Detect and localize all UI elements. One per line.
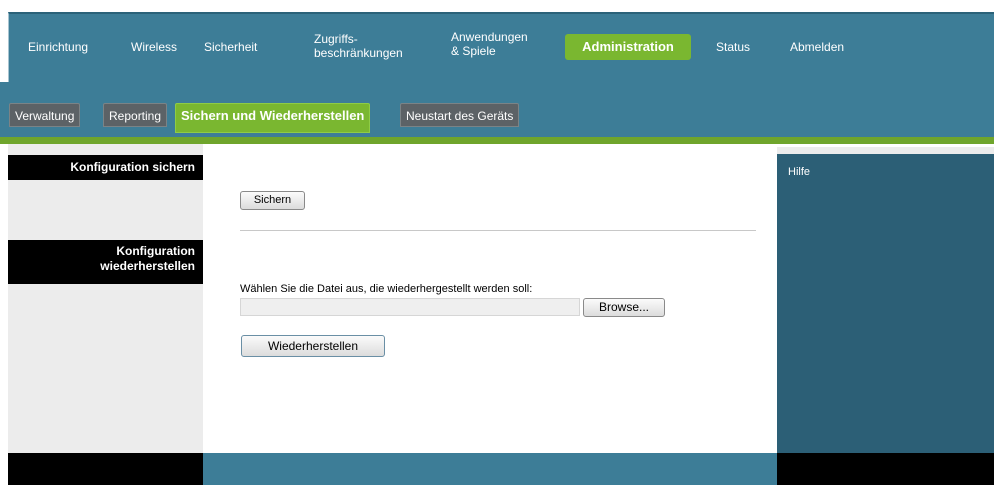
- footer-center: [203, 453, 777, 485]
- nav-status[interactable]: Status: [716, 40, 750, 54]
- nav-anwendungen-spiele[interactable]: Anwendungen & Spiele: [451, 30, 528, 58]
- nav-einrichtung[interactable]: Einrichtung: [28, 40, 88, 54]
- tab-reporting[interactable]: Reporting: [103, 103, 168, 127]
- browse-button[interactable]: Browse...: [583, 298, 665, 317]
- section-title-backup: Konfiguration sichern: [8, 155, 203, 180]
- help-panel: [777, 154, 994, 453]
- help-panel-top: [777, 147, 994, 154]
- nav-abmelden[interactable]: Abmelden: [790, 40, 844, 54]
- nav-administration[interactable]: Administration: [565, 34, 691, 60]
- divider: [240, 230, 756, 231]
- subtab-underline: [0, 137, 994, 144]
- tab-verwaltung[interactable]: Verwaltung: [9, 103, 81, 127]
- file-select-label: Wählen Sie die Datei aus, die wiederherg…: [240, 283, 533, 295]
- footer-right: [777, 453, 994, 485]
- help-label[interactable]: Hilfe: [788, 166, 810, 178]
- restore-button[interactable]: Wiederherstellen: [241, 335, 385, 357]
- tab-sichern-wiederherstellen[interactable]: Sichern und Wiederherstellen: [175, 103, 371, 133]
- nav-wireless[interactable]: Wireless: [131, 40, 177, 54]
- file-path-field[interactable]: [240, 298, 580, 316]
- footer-left: [8, 453, 203, 485]
- section-title-restore: Konfiguration wiederherstellen: [8, 240, 203, 284]
- tab-neustart[interactable]: Neustart des Geräts: [400, 103, 520, 127]
- nav-sicherheit[interactable]: Sicherheit: [204, 40, 257, 54]
- nav-zugriffsbeschraenkungen[interactable]: Zugriffs- beschränkungen: [314, 32, 403, 60]
- backup-button[interactable]: Sichern: [240, 191, 305, 210]
- left-sidebar: [8, 144, 203, 453]
